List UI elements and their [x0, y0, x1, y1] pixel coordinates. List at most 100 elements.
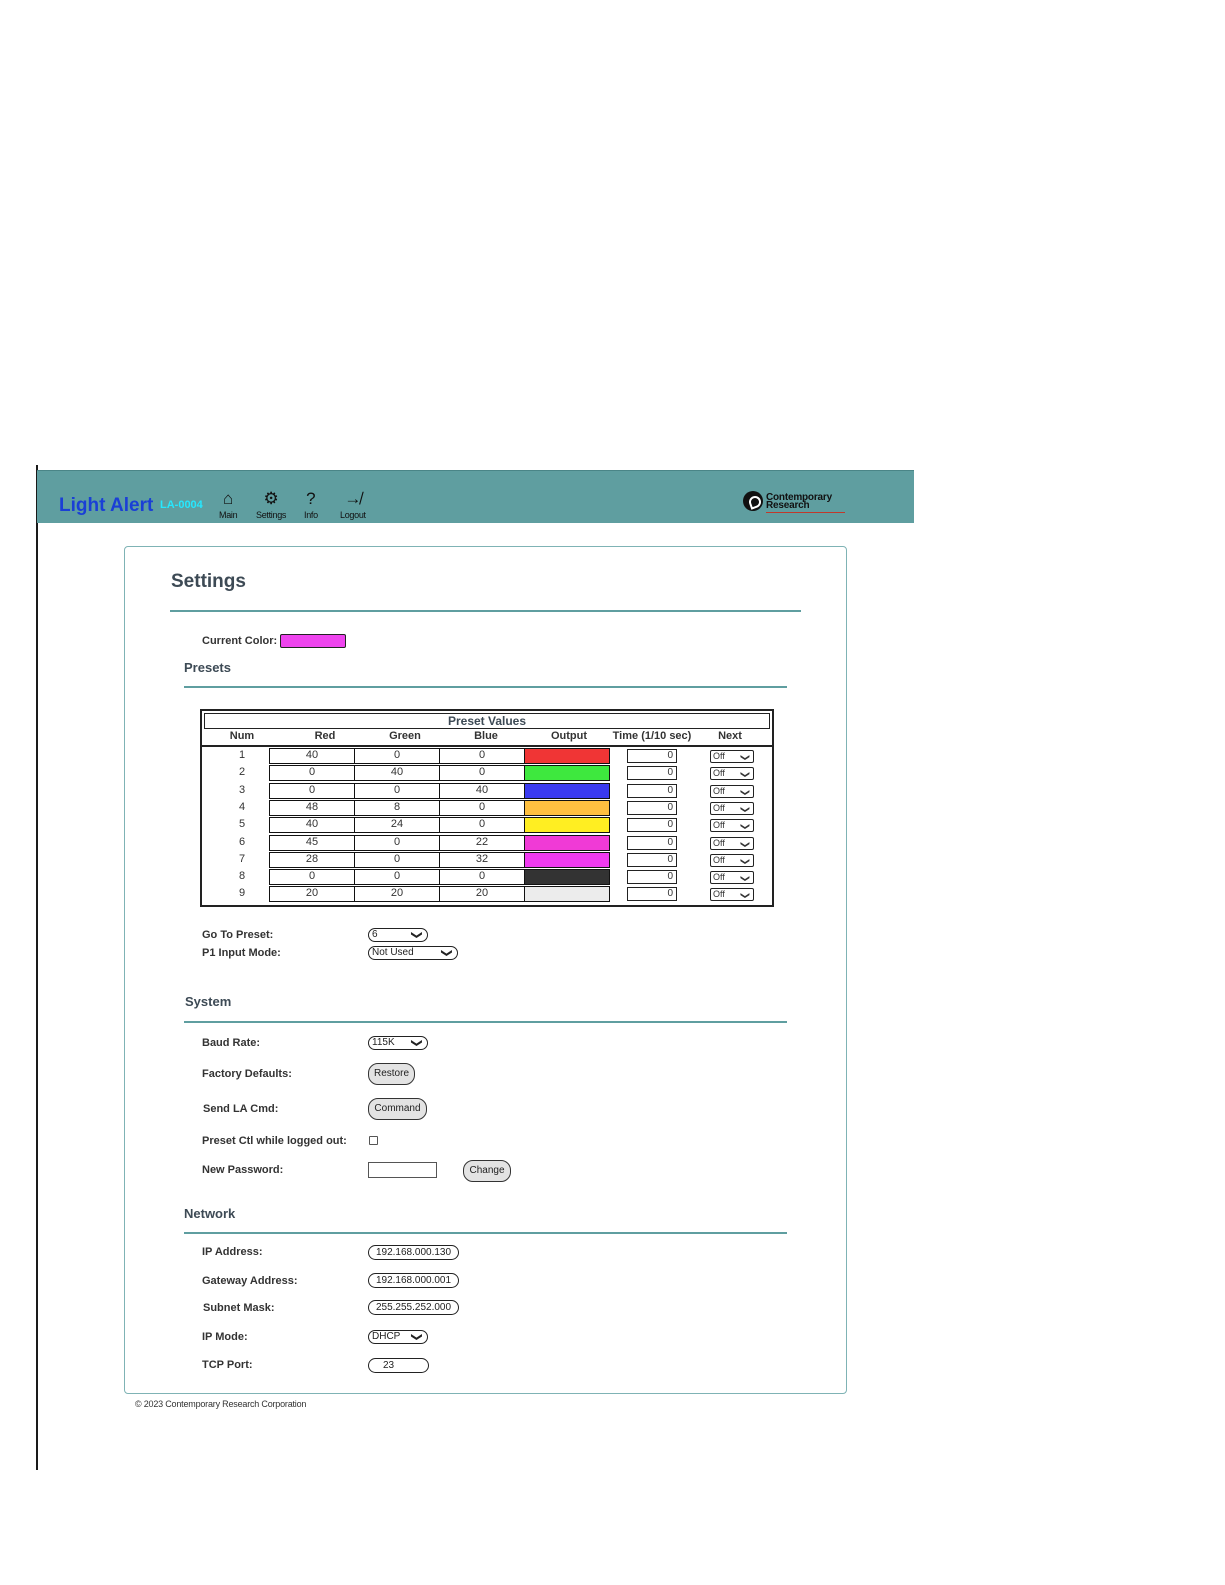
baud-rate-value: 115K [372, 1037, 395, 1048]
restore-button[interactable]: Restore [368, 1063, 415, 1085]
preset-green-input[interactable]: 20 [354, 886, 440, 903]
top-bar: Light Alert LA-0004 ⌂ Main ⚙ Settings ? … [37, 470, 914, 523]
preset-next-select[interactable]: Off ❯ [710, 784, 754, 798]
preset-red-input[interactable]: 40 [269, 748, 355, 764]
preset-num: 7 [238, 852, 246, 865]
preset-red-input[interactable]: 48 [269, 799, 355, 816]
preset-blue-input[interactable]: 0 [439, 748, 525, 764]
preset-next-value: Off [713, 889, 725, 900]
preset-time-input[interactable]: 0 [627, 783, 677, 798]
nav-main[interactable]: ⌂ Main [219, 488, 238, 520]
preset-time-input[interactable]: 0 [627, 852, 677, 867]
nav-main-label: Main [219, 510, 238, 520]
preset-time-input[interactable]: 0 [627, 887, 677, 902]
change-password-button[interactable]: Change [463, 1160, 511, 1182]
preset-blue-input[interactable]: 0 [439, 799, 525, 816]
preset-output-swatch [524, 817, 610, 834]
command-button[interactable]: Command [368, 1098, 427, 1120]
preset-table-title: Preset Values [204, 713, 770, 729]
chevron-down-icon: ❯ [410, 930, 423, 940]
nav-logout-label: Logout [340, 510, 366, 520]
gateway-address-field[interactable]: 192.168.000.001 [368, 1273, 459, 1288]
factory-defaults-label: Factory Defaults: [202, 1068, 292, 1080]
preset-green-input[interactable]: 0 [354, 851, 440, 868]
preset-green-input[interactable]: 8 [354, 799, 440, 816]
col-head-num: Num [229, 730, 255, 742]
chevron-down-icon: ❯ [410, 1038, 423, 1048]
preset-blue-input[interactable]: 32 [439, 851, 525, 868]
nav-info[interactable]: ? Info [304, 488, 318, 520]
logo-underline [766, 512, 845, 513]
chevron-down-icon: ❯ [410, 1332, 423, 1342]
preset-green-input[interactable]: 0 [354, 869, 440, 886]
preset-green-input[interactable]: 0 [354, 748, 440, 764]
tcp-port-field[interactable]: 23 [368, 1358, 429, 1373]
subnet-mask-field[interactable]: 255.255.252.000 [368, 1300, 459, 1315]
preset-next-select[interactable]: Off ❯ [710, 888, 754, 902]
preset-output-swatch [524, 748, 610, 764]
preset-red-input[interactable]: 28 [269, 851, 355, 868]
preset-green-input[interactable]: 0 [354, 782, 440, 799]
chevron-down-icon: ❯ [740, 788, 751, 796]
col-head-time: Time (1/10 sec) [612, 730, 692, 742]
preset-next-select[interactable]: Off ❯ [710, 836, 754, 850]
network-section-title: Network [184, 1206, 236, 1221]
preset-red-input[interactable]: 0 [269, 765, 355, 782]
preset-time-input[interactable]: 0 [627, 749, 677, 763]
preset-time-input[interactable]: 0 [627, 800, 677, 815]
preset-next-select[interactable]: Off ❯ [710, 767, 754, 781]
new-password-input[interactable] [368, 1162, 437, 1178]
preset-green-input[interactable]: 0 [354, 834, 440, 851]
preset-output-swatch [524, 851, 610, 868]
nav-settings[interactable]: ⚙ Settings [256, 488, 286, 520]
preset-red-input[interactable]: 20 [269, 886, 355, 903]
preset-next-value: Off [713, 785, 725, 796]
preset-next-select[interactable]: Off ❯ [710, 819, 754, 833]
send-la-cmd-label: Send LA Cmd: [203, 1103, 279, 1115]
preset-ctl-checkbox[interactable] [369, 1136, 378, 1145]
title-divider [170, 610, 801, 612]
preset-time-input[interactable]: 0 [627, 766, 677, 781]
goto-preset-label: Go To Preset: [202, 929, 274, 941]
chevron-down-icon: ❯ [740, 771, 751, 779]
nav-info-label: Info [304, 510, 318, 520]
preset-time-input[interactable]: 0 [627, 835, 677, 850]
preset-output-swatch [524, 886, 610, 903]
preset-blue-input[interactable]: 22 [439, 834, 525, 851]
chevron-down-icon: ❯ [740, 840, 751, 848]
p1-input-mode-select[interactable]: Not Used ❯ [368, 946, 458, 960]
chevron-down-icon: ❯ [740, 753, 751, 762]
preset-next-select[interactable]: Off ❯ [710, 750, 754, 763]
preset-time-input[interactable]: 0 [627, 818, 677, 833]
preset-green-input[interactable]: 40 [354, 765, 440, 782]
goto-preset-select[interactable]: 6 ❯ [368, 928, 428, 942]
presets-section-title: Presets [184, 660, 231, 675]
nav-logout[interactable]: ↛ Logout [340, 488, 366, 520]
preset-red-input[interactable]: 40 [269, 817, 355, 834]
preset-next-value: Off [713, 802, 725, 813]
ip-mode-label: IP Mode: [202, 1331, 248, 1343]
baud-rate-select[interactable]: 115K ❯ [368, 1036, 428, 1050]
presets-divider [184, 686, 787, 688]
chevron-down-icon: ❯ [740, 805, 751, 814]
preset-red-input[interactable]: 45 [269, 834, 355, 851]
preset-next-select[interactable]: Off ❯ [710, 871, 754, 885]
preset-green-input[interactable]: 24 [354, 817, 440, 834]
preset-red-input[interactable]: 0 [269, 782, 355, 799]
preset-time-input[interactable]: 0 [627, 870, 677, 885]
preset-next-select[interactable]: Off ❯ [710, 801, 754, 815]
preset-blue-input[interactable]: 40 [439, 782, 525, 799]
chevron-down-icon: ❯ [440, 948, 453, 958]
preset-blue-input[interactable]: 0 [439, 869, 525, 886]
preset-values-table: Preset Values Num Red Green Blue Output … [200, 709, 774, 907]
ip-mode-select[interactable]: DHCP ❯ [368, 1330, 428, 1344]
preset-blue-input[interactable]: 20 [439, 886, 525, 903]
col-head-green: Green [389, 730, 421, 742]
logo-line-2: Research [766, 500, 810, 511]
ip-address-field[interactable]: 192.168.000.130 [368, 1245, 459, 1260]
preset-blue-input[interactable]: 0 [439, 817, 525, 834]
system-divider [184, 1021, 787, 1023]
preset-red-input[interactable]: 0 [269, 869, 355, 886]
preset-next-select[interactable]: Off ❯ [710, 853, 754, 867]
preset-blue-input[interactable]: 0 [439, 765, 525, 782]
